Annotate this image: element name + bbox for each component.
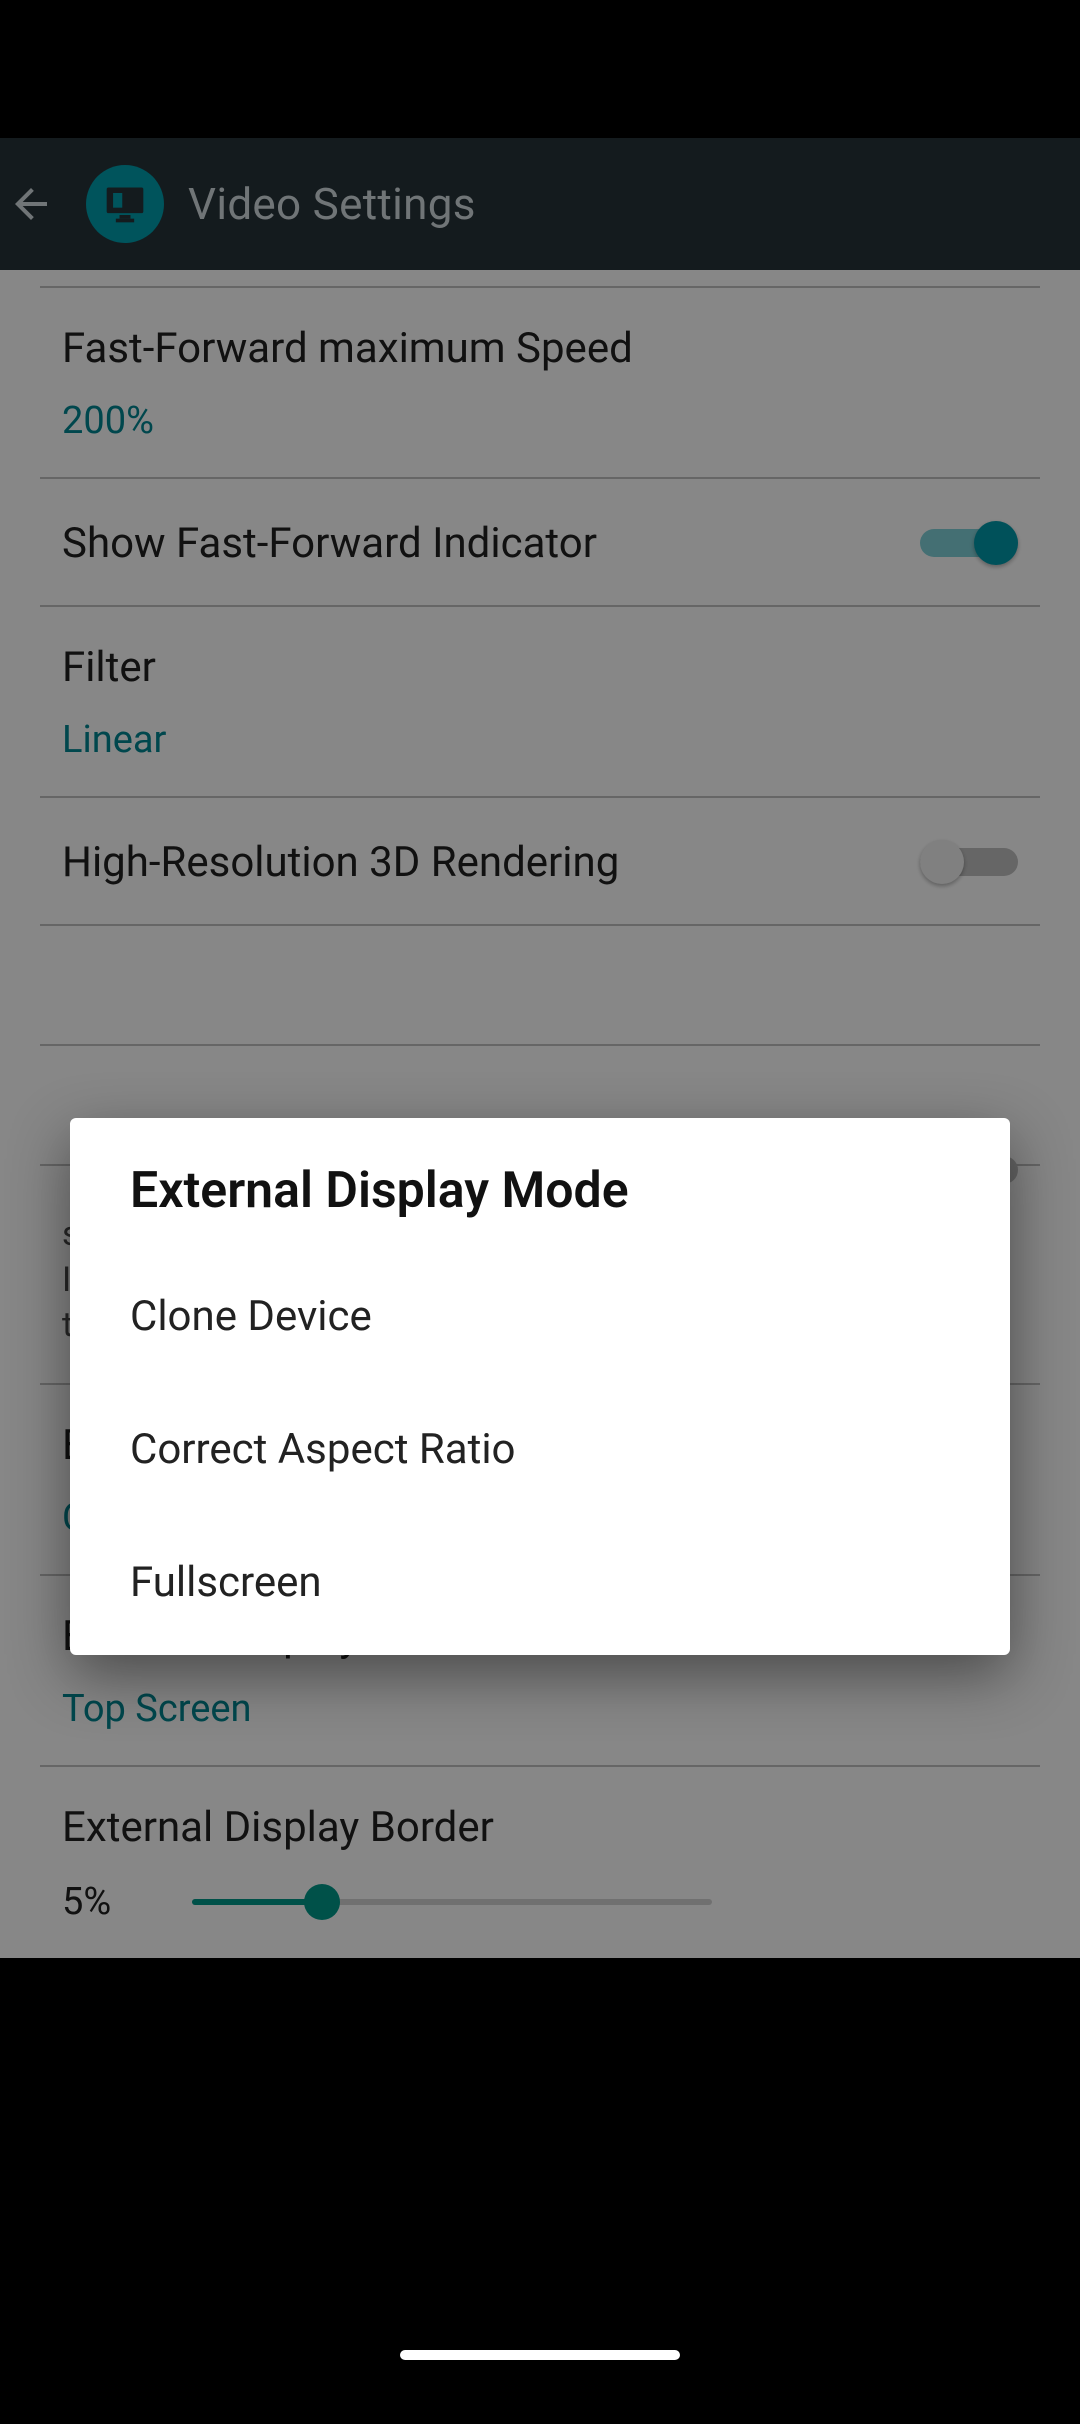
app-area: Video Settings Fast-Forward maximum Spee… xyxy=(0,138,1080,2286)
gesture-nav-handle[interactable] xyxy=(400,2350,680,2360)
dialog-external-display-mode: External Display Mode Clone Device Corre… xyxy=(70,1118,1010,1655)
dialog-option-correct-aspect-ratio[interactable]: Correct Aspect Ratio xyxy=(70,1383,1010,1516)
android-status-bar xyxy=(0,0,1080,138)
dialog-option-fullscreen[interactable]: Fullscreen xyxy=(70,1516,1010,1649)
dialog-option-clone-device[interactable]: Clone Device xyxy=(70,1250,1010,1383)
android-nav-bar xyxy=(0,2286,1080,2424)
dialog-title: External Display Mode xyxy=(70,1118,1010,1250)
